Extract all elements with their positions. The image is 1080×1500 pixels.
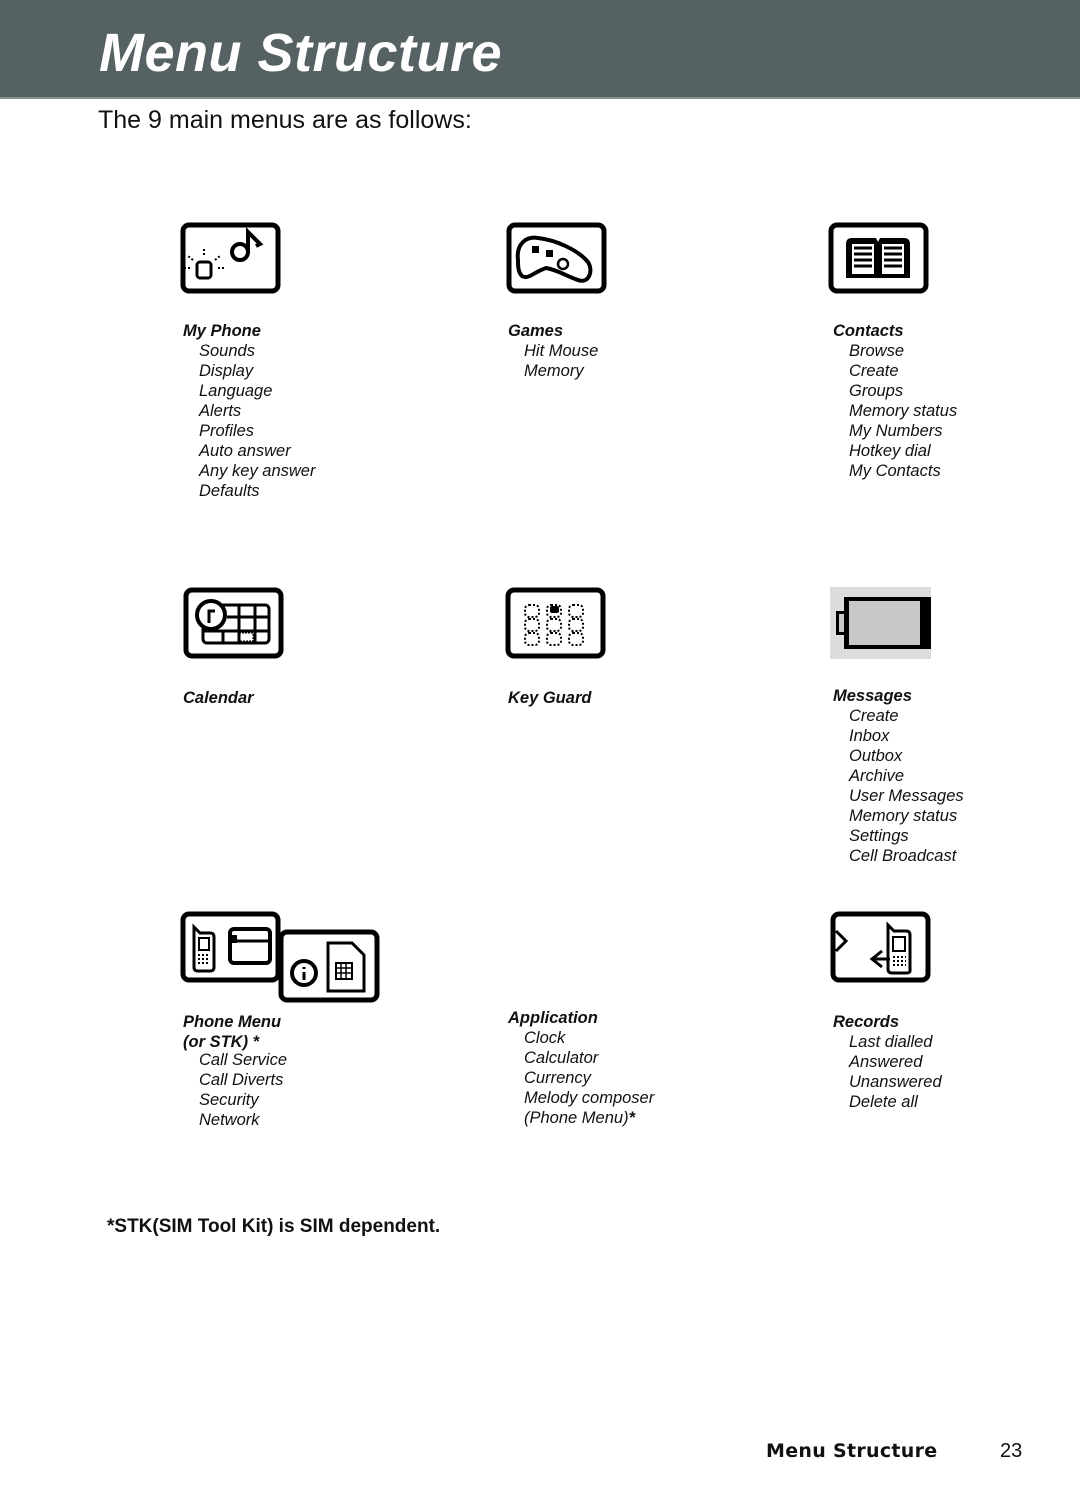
menu-title-stk: (or STK) — [183, 1033, 249, 1051]
stk-footnote: *STK(SIM Tool Kit) is SIM dependent. — [107, 1216, 441, 1237]
list-item: Any key answer — [199, 462, 316, 480]
list-item: Display — [199, 362, 254, 380]
page-title: Menu Structure — [99, 23, 503, 83]
menu-items-application: Clock Calculator Currency Melody compose… — [524, 1028, 654, 1128]
intro-text: The 9 main menus are as follows: — [98, 106, 472, 134]
list-item: Last dialled — [849, 1033, 933, 1051]
list-item: Language — [199, 382, 273, 400]
list-item: Memory status — [849, 807, 958, 825]
list-item: Unanswered — [849, 1073, 942, 1091]
list-item: Settings — [849, 827, 909, 845]
list-item: Groups — [849, 382, 904, 400]
page-header: Menu Structure — [0, 0, 1080, 99]
list-item: Melody composer — [524, 1089, 655, 1107]
menu-title-phone-menu-line2: (or STK) * — [183, 1032, 281, 1052]
menu-title-games: Games — [508, 322, 564, 340]
open-book-icon — [828, 222, 929, 294]
envelope-icon — [830, 587, 931, 659]
page-number: 23 — [1000, 1440, 1023, 1462]
menu-items-games: Hit Mouse Memory — [524, 341, 598, 381]
menu-items-records: Last dialled Answered Unanswered Delete … — [849, 1032, 942, 1112]
footer-section-title: Menu Structure — [766, 1440, 938, 1462]
list-item: Memory — [524, 362, 584, 380]
menu-items-contacts: Browse Create Groups Memory status My Nu… — [849, 341, 957, 481]
menu-title-my-phone: My Phone — [183, 322, 261, 340]
list-item: Network — [199, 1111, 260, 1129]
list-item: Cell Broadcast — [849, 847, 957, 865]
list-item: Create — [849, 362, 899, 380]
menu-title-application: Application — [508, 1009, 598, 1027]
menu-title-messages: Messages — [833, 687, 912, 705]
list-item: Hotkey dial — [849, 442, 931, 460]
bulb-and-music-note-icon — [180, 222, 281, 294]
list-item: My Contacts — [849, 462, 941, 480]
menu-title-calendar: Calendar — [183, 689, 254, 707]
menu-title-records: Records — [833, 1013, 900, 1031]
list-item: Alerts — [199, 402, 242, 420]
menu-title-phone-menu: Phone Menu (or STK) * — [183, 1012, 281, 1052]
list-item: Inbox — [849, 727, 890, 745]
list-item: Defaults — [199, 482, 260, 500]
keypad-lock-icon — [505, 587, 606, 659]
list-item: My Numbers — [849, 422, 943, 440]
menu-items-messages: Create Inbox Outbox Archive User Message… — [849, 706, 964, 866]
menu-title-phone-menu-line1: Phone Menu — [183, 1013, 282, 1031]
list-item: Create — [849, 707, 899, 725]
list-item: Clock — [524, 1029, 566, 1047]
list-item: Currency — [524, 1069, 591, 1087]
list-item: Memory status — [849, 402, 958, 420]
menu-title-contacts: Contacts — [833, 322, 904, 340]
list-item: (Phone Menu)* — [524, 1108, 654, 1128]
list-item: Call Service — [199, 1051, 288, 1069]
list-item: Browse — [849, 342, 905, 360]
asterisk-mark: * — [628, 1109, 635, 1127]
gamepad-icon — [506, 222, 607, 294]
list-item: Profiles — [199, 422, 255, 440]
list-item-text: (Phone Menu) — [524, 1109, 629, 1127]
list-item: Archive — [849, 767, 905, 785]
list-item: Answered — [849, 1053, 923, 1071]
phone-sim-icon — [180, 911, 380, 1003]
list-item: User Messages — [849, 787, 964, 805]
list-item: Calculator — [524, 1049, 599, 1067]
list-item: Outbox — [849, 747, 903, 765]
asterisk-mark: * — [252, 1033, 260, 1051]
menu-items-my-phone: Sounds Display Language Alerts Profiles … — [199, 341, 315, 501]
list-item: Security — [199, 1091, 259, 1109]
list-item: Call Diverts — [199, 1071, 284, 1089]
menu-items-phone-menu: Call Service Call Diverts Security Netwo… — [199, 1050, 287, 1130]
list-item: Delete all — [849, 1093, 918, 1111]
list-item: Sounds — [199, 342, 255, 360]
menu-title-key-guard: Key Guard — [508, 689, 592, 707]
list-item: Hit Mouse — [524, 342, 599, 360]
list-item: Auto answer — [199, 442, 291, 460]
clock-calendar-icon — [183, 587, 284, 659]
call-log-phone-icon — [830, 911, 931, 983]
